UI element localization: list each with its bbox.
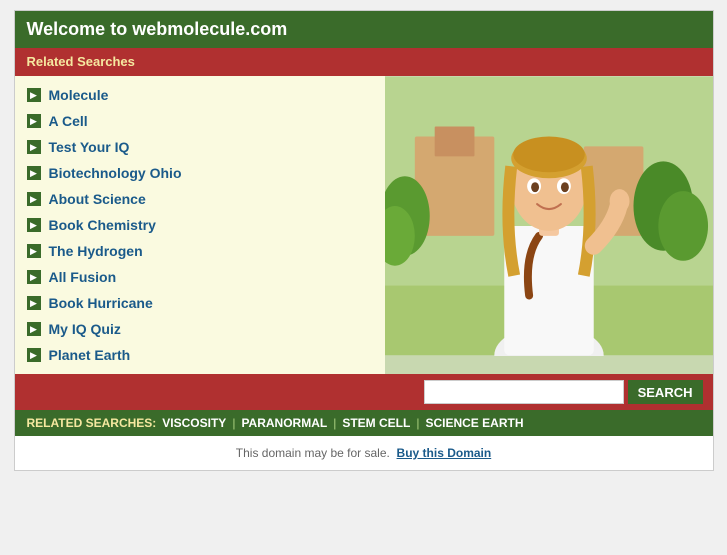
bottom-related-science-earth[interactable]: SCIENCE EARTH	[425, 416, 523, 430]
header: Welcome to webmolecule.com	[15, 11, 713, 48]
arrow-icon-the-hydrogen: ▶	[27, 244, 41, 258]
link-biotechnology-ohio[interactable]: Biotechnology Ohio	[49, 165, 182, 181]
link-test-your-iq[interactable]: Test Your IQ	[49, 139, 130, 155]
bottom-related-viscosity[interactable]: VISCOSITY	[162, 416, 226, 430]
arrow-icon-all-fusion: ▶	[27, 270, 41, 284]
link-item-biotechnology-ohio: ▶ Biotechnology Ohio	[15, 160, 385, 186]
footer: This domain may be for sale. Buy this Do…	[15, 436, 713, 470]
arrow-icon-my-iq-quiz: ▶	[27, 322, 41, 336]
link-item-book-hurricane: ▶ Book Hurricane	[15, 290, 385, 316]
page-wrapper: Welcome to webmolecule.com Related Searc…	[14, 10, 714, 471]
link-book-hurricane[interactable]: Book Hurricane	[49, 295, 153, 311]
arrow-icon-planet-earth: ▶	[27, 348, 41, 362]
related-searches-bar-label: Related Searches	[27, 54, 135, 69]
link-the-hydrogen[interactable]: The Hydrogen	[49, 243, 143, 259]
link-item-all-fusion: ▶ All Fusion	[15, 264, 385, 290]
links-column: ▶ Molecule ▶ A Cell ▶ Test Your IQ ▶ Biotechnol…	[15, 76, 385, 374]
buy-domain-link[interactable]: Buy this Domain	[397, 446, 492, 460]
arrow-icon-test-your-iq: ▶	[27, 140, 41, 154]
bottom-related-stem-cell[interactable]: STEM CELL	[342, 416, 410, 430]
link-item-about-science: ▶ About Science	[15, 186, 385, 212]
arrow-icon-a-cell: ▶	[27, 114, 41, 128]
link-all-fusion[interactable]: All Fusion	[49, 269, 117, 285]
arrow-icon-book-hurricane: ▶	[27, 296, 41, 310]
bottom-related-paranormal[interactable]: PARANORMAL	[241, 416, 327, 430]
bottom-separator-2: |	[416, 416, 419, 430]
search-input[interactable]	[424, 380, 624, 404]
link-item-planet-earth: ▶ Planet Earth	[15, 342, 385, 368]
student-image	[385, 76, 713, 356]
link-item-molecule: ▶ Molecule	[15, 82, 385, 108]
bottom-separator-1: |	[333, 416, 336, 430]
link-about-science[interactable]: About Science	[49, 191, 146, 207]
arrow-icon-molecule: ▶	[27, 88, 41, 102]
site-title: Welcome to webmolecule.com	[27, 19, 288, 39]
link-book-chemistry[interactable]: Book Chemistry	[49, 217, 156, 233]
link-item-book-chemistry: ▶ Book Chemistry	[15, 212, 385, 238]
footer-text: This domain may be for sale.	[236, 446, 390, 460]
link-planet-earth[interactable]: Planet Earth	[49, 347, 131, 363]
link-item-test-your-iq: ▶ Test Your IQ	[15, 134, 385, 160]
link-item-my-iq-quiz: ▶ My IQ Quiz	[15, 316, 385, 342]
link-my-iq-quiz[interactable]: My IQ Quiz	[49, 321, 121, 337]
link-item-a-cell: ▶ A Cell	[15, 108, 385, 134]
arrow-icon-about-science: ▶	[27, 192, 41, 206]
bottom-related-bar: RELATED SEARCHES: VISCOSITY | PARANORMAL | S…	[15, 410, 713, 436]
main-content: ▶ Molecule ▶ A Cell ▶ Test Your IQ ▶ Biotechnol…	[15, 76, 713, 374]
bottom-related-label: RELATED SEARCHES:	[27, 416, 157, 430]
arrow-icon-book-chemistry: ▶	[27, 218, 41, 232]
search-button[interactable]: SEARCH	[628, 380, 703, 404]
bottom-separator-0: |	[232, 416, 235, 430]
link-item-the-hydrogen: ▶ The Hydrogen	[15, 238, 385, 264]
search-bar-area: SEARCH	[15, 374, 713, 410]
image-column	[385, 76, 713, 374]
link-a-cell[interactable]: A Cell	[49, 113, 88, 129]
link-molecule[interactable]: Molecule	[49, 87, 109, 103]
arrow-icon-biotechnology-ohio: ▶	[27, 166, 41, 180]
related-searches-bar: Related Searches	[15, 48, 713, 76]
